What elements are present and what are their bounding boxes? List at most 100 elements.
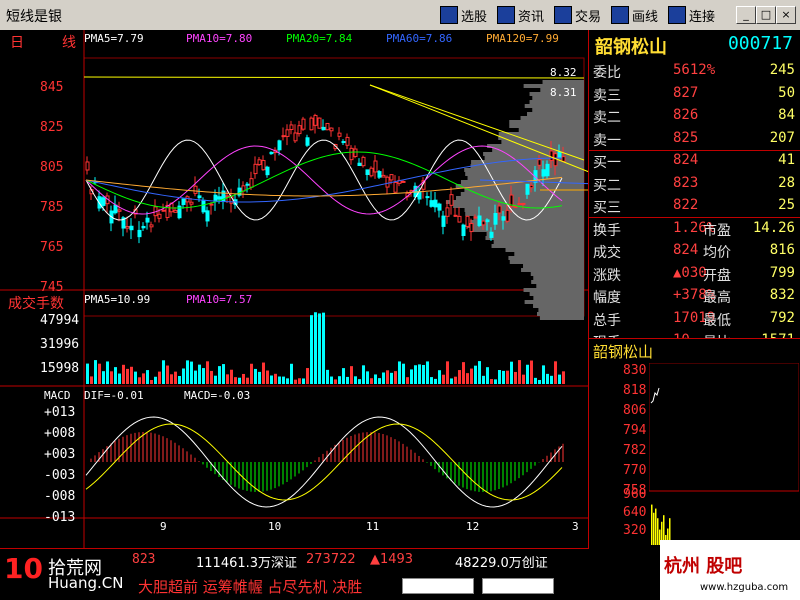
quote-price: 824 (673, 242, 699, 258)
quote-volume: 50 (778, 84, 795, 101)
ma120-label: PMA120=7.99 (486, 32, 559, 45)
quote-key: 涨跌 (593, 267, 621, 284)
quote-volume: 14.26 (752, 219, 795, 236)
status-sz-amount: 111461.3万深证 (196, 556, 298, 571)
ma60-label: PMA60=7.86 (386, 32, 453, 45)
mini-volume-tick: 320 (623, 523, 647, 538)
period-label-2: 线 (62, 35, 76, 51)
date-tick: 12 (466, 520, 480, 533)
volume-tick: 15998 (40, 361, 80, 376)
quote-row: 总手 17019 最低 792 (593, 310, 799, 329)
connect-button[interactable]: 连接 (668, 5, 715, 25)
annotation-high-2: 8.31 (550, 86, 577, 99)
trade-button[interactable]: 交易 (554, 5, 601, 25)
mini-volume-tick: 640 (623, 505, 647, 520)
quote-panel: 韶钢松山 000717 委比 5612% 245 卖三 827 50 卖二 826 84 卖一 82… (588, 30, 800, 351)
maximize-button[interactable]: □ (756, 6, 776, 24)
quote-row: 卖三 827 50 (593, 85, 799, 104)
quote-volume: 832 (769, 287, 795, 303)
volume-tick: 31996 (40, 337, 80, 352)
volume-title: 成交手数 (8, 296, 64, 312)
quote-key: 成交 (593, 245, 621, 261)
quote-row: 卖一 825 207 (593, 130, 799, 149)
quote-key-2: 开盘 (703, 267, 731, 284)
quote-key: 总手 (593, 312, 621, 329)
quote-row: 幅度 +378% 最高 832 (593, 287, 799, 306)
mini-chart (649, 363, 799, 545)
macd-title: MACD (44, 389, 71, 402)
quote-volume: 207 (769, 129, 795, 146)
quote-volume: 41 (778, 152, 795, 168)
macd-value-label: MACD=-0.03 (184, 389, 251, 402)
draw-line-button[interactable]: 画线 (611, 5, 658, 25)
quote-volume: 84 (778, 107, 795, 123)
quote-key-2: 均价 (703, 245, 731, 261)
quote-row: 买二 823 28 (593, 175, 799, 194)
quote-row: 买三 822 25 (593, 197, 799, 216)
annotation-high-1: 8.32 (550, 66, 577, 79)
watermark-logo: 杭州 股吧 www.hzguba.com (660, 540, 800, 600)
macd-tick: -013 (44, 510, 76, 525)
quote-key: 幅度 (593, 290, 621, 306)
macd-tick: +013 (44, 405, 76, 420)
quote-price: 822 (673, 197, 699, 213)
quote-key: 换手 (593, 222, 621, 239)
status-cy-amount: 48229.0万创证 (455, 556, 548, 571)
macd-tick: +003 (44, 447, 76, 462)
dif-label: DIF=-0.01 (84, 389, 144, 402)
quote-price: 824 (673, 152, 699, 168)
draw-icon (611, 6, 629, 24)
quote-key: 买一 (593, 155, 621, 171)
price-tick: 785 (40, 200, 64, 215)
price-tick: 805 (40, 160, 64, 175)
quote-price: 826 (673, 107, 699, 123)
minimize-button[interactable]: _ (736, 6, 756, 24)
quote-key: 买二 (593, 177, 621, 194)
price-tick: 765 (40, 240, 64, 255)
mini-chart-panel: 韶钢松山 830 818 806 794 782 770 758 960 640 320 (588, 338, 800, 549)
quote-row: 涨跌 ▲030 开盘 799 (593, 265, 799, 284)
quote-row: 买一 824 41 (593, 152, 799, 171)
quote-row: 卖二 826 84 (593, 107, 799, 126)
status-sz-index: 273722 (306, 552, 356, 567)
ma20-label: PMA20=7.84 (286, 32, 353, 45)
select-stock-button[interactable]: 选股 (440, 5, 487, 25)
chart-area[interactable] (0, 30, 588, 548)
status-sz-change: ▲1493 (370, 552, 414, 567)
quote-key: 委比 (593, 65, 621, 81)
quote-volume: 816 (769, 242, 795, 258)
ma10-label: PMA10=7.80 (186, 32, 253, 45)
quote-row: 成交 824 均价 816 (593, 242, 799, 261)
ma5-label: PMA5=7.79 (84, 32, 144, 45)
quote-row: 换手 1.26% 市盈 14.26 (593, 220, 799, 239)
volume-tick: 47994 (40, 313, 80, 328)
stock-icon (440, 6, 458, 24)
date-tick: 3 (572, 520, 579, 533)
vol-ma5-label: PMA5=10.99 (84, 293, 151, 306)
trade-icon (554, 6, 572, 24)
price-tick: 845 (40, 80, 64, 95)
close-button[interactable]: × (776, 6, 796, 24)
macd-tick: +008 (44, 426, 76, 441)
mini-price-tick: 806 (623, 403, 647, 418)
news-button[interactable]: 资讯 (497, 5, 544, 25)
date-tick: 10 (268, 520, 282, 533)
quote-key: 卖二 (593, 110, 621, 126)
quote-price: 827 (673, 84, 699, 101)
quote-key: 卖三 (593, 87, 621, 104)
vol-ma10-label: PMA10=7.57 (186, 293, 253, 306)
connect-icon (668, 6, 686, 24)
quote-key-2: 市盈 (703, 222, 731, 239)
quote-key: 卖一 (593, 132, 621, 149)
progress-bar-2 (482, 578, 554, 594)
macd-tick: -008 (44, 489, 76, 504)
quote-key-2: 最低 (703, 312, 731, 329)
date-tick: 11 (366, 520, 380, 533)
ticker-text: 大胆超前 运筹帷幄 占尽先机 决胜 (138, 578, 363, 596)
quote-key: 买三 (593, 200, 621, 216)
date-tick: 9 (160, 520, 167, 533)
period-label: 日 (10, 35, 24, 51)
quote-price: 5612% (673, 62, 716, 78)
news-icon (497, 6, 515, 24)
progress-bar-1 (402, 578, 474, 594)
